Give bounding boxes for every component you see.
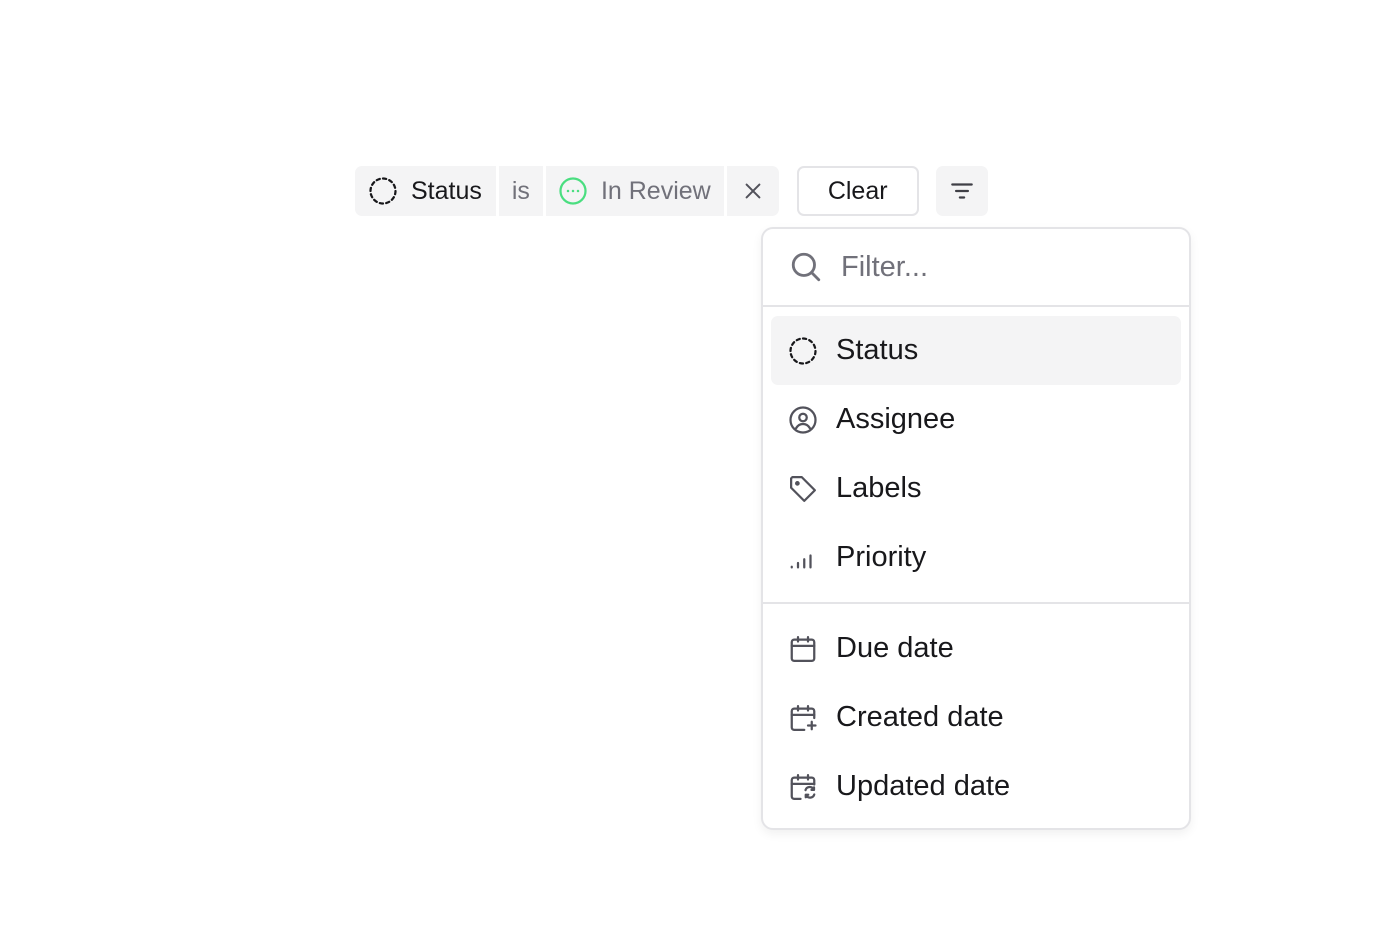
menu-item-priority[interactable]: Priority	[771, 523, 1181, 592]
filter-bar: Status is In Review Clear	[355, 166, 988, 216]
signal-bars-icon	[787, 543, 819, 573]
dashed-circle-icon	[787, 336, 819, 366]
menu-item-label: Status	[836, 334, 919, 366]
dropdown-group-fields: Status Assignee Labels Priority	[763, 307, 1189, 602]
menu-item-label: Due date	[836, 632, 954, 664]
menu-item-label: Assignee	[836, 403, 956, 435]
menu-item-label: Updated date	[836, 770, 1011, 802]
page: Status is In Review Clear Filter... Stat…	[0, 0, 1400, 926]
menu-item-due-date[interactable]: Due date	[771, 614, 1181, 683]
user-circle-icon	[787, 405, 819, 435]
menu-item-label: Created date	[836, 701, 1004, 733]
filter-chip-operator-label: is	[511, 176, 530, 205]
calendar-icon	[787, 634, 819, 664]
close-icon	[742, 180, 764, 202]
filter-dropdown: Status Assignee	[761, 227, 1191, 830]
filter-chip-value[interactable]: In Review	[545, 166, 724, 216]
in-review-circle-icon	[558, 176, 588, 206]
calendar-plus-icon	[787, 703, 819, 733]
menu-item-assignee[interactable]: Assignee	[771, 385, 1181, 454]
clear-button[interactable]: Clear	[796, 166, 919, 216]
filter-lines-icon	[949, 178, 975, 204]
dropdown-group-dates: Due date Created date Updated date	[763, 604, 1189, 828]
filter-chip-operator[interactable]: is	[498, 166, 543, 216]
filter-chip-field-label: Status	[411, 176, 482, 205]
search-icon	[789, 250, 823, 284]
dropdown-search	[763, 229, 1189, 307]
filter-chip: Status is In Review	[355, 166, 779, 216]
filter-button[interactable]	[935, 166, 988, 216]
filter-chip-value-label: In Review	[600, 176, 711, 205]
menu-item-status[interactable]: Status	[771, 316, 1181, 385]
tag-icon	[787, 474, 819, 504]
menu-item-created-date[interactable]: Created date	[771, 683, 1181, 752]
filter-search-input[interactable]	[841, 250, 1161, 284]
menu-item-label: Labels	[836, 472, 922, 504]
menu-item-updated-date[interactable]: Updated date	[771, 752, 1181, 821]
filter-chip-remove-button[interactable]	[726, 166, 779, 216]
menu-item-label: Priority	[836, 541, 927, 573]
calendar-sync-icon	[787, 772, 819, 802]
filter-chip-field[interactable]: Status	[355, 166, 496, 216]
dashed-circle-icon	[368, 176, 398, 206]
menu-item-labels[interactable]: Labels	[771, 454, 1181, 523]
